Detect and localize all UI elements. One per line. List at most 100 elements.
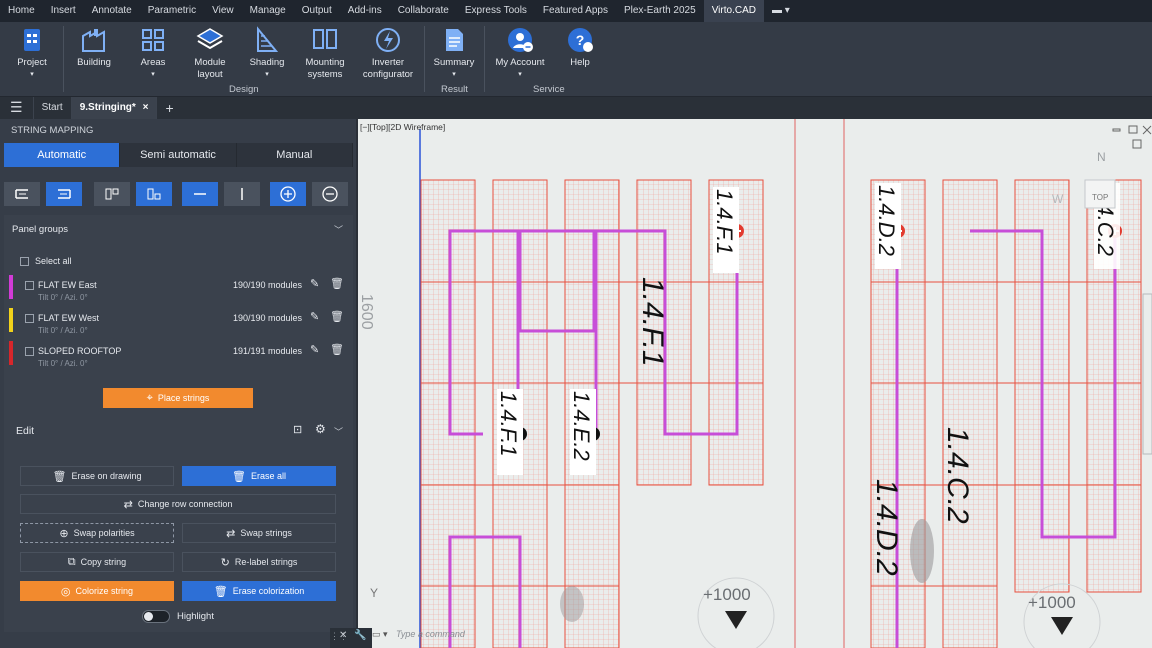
ribbon-tab-addins[interactable]: Add-ins (340, 0, 390, 22)
erase-colorization-button[interactable]: 🗑 Erase colorization (182, 581, 336, 601)
mounting-systems-button[interactable]: Mounting systems (302, 26, 348, 81)
ribbon-tab-plex-earth[interactable]: Plex-Earth 2025 (616, 0, 704, 22)
ribbon-tab-express-tools[interactable]: Express Tools (457, 0, 535, 22)
inverter-configurator-label: Inverter configurator (362, 57, 414, 80)
group-name: FLAT EW West (38, 313, 100, 323)
trash-icon[interactable]: 🗑 (330, 310, 344, 323)
ribbon-tab-home[interactable]: Home (0, 0, 43, 22)
group-name: SLOPED ROOFTOP (38, 346, 122, 356)
help-button[interactable]: ? Help (563, 26, 597, 69)
tab-start[interactable]: Start (34, 97, 72, 119)
group-checkbox[interactable] (25, 347, 34, 356)
application-menu-icon[interactable]: ☰ (0, 97, 34, 119)
edit-icon[interactable]: ✎ (310, 277, 319, 290)
add-button[interactable] (270, 182, 306, 206)
drawing-viewport[interactable]: 1.4.F.1 1.4.F.1 1.4.F.1 1.4.E.2 1.4.D.2 … (358, 119, 1152, 648)
mode-manual-tab[interactable]: Manual (237, 143, 353, 167)
mode-semi-automatic-tab[interactable]: Semi automatic (120, 143, 237, 167)
ribbon-tab-insert[interactable]: Insert (43, 0, 84, 22)
string-label: 1.4.C.2 (941, 427, 974, 524)
ribbon-tab-parametric[interactable]: Parametric (140, 0, 204, 22)
edit-icon[interactable]: ✎ (310, 343, 319, 356)
horizontal-orientation-button[interactable] (182, 182, 218, 206)
module-layout-label: Module layout (194, 57, 226, 80)
close-icon[interactable]: ✕ (339, 630, 347, 641)
group-count: 191/191 modules (233, 346, 303, 356)
remove-button[interactable] (312, 182, 348, 206)
close-tab-icon[interactable]: × (143, 102, 149, 113)
inverter-configurator-icon (376, 28, 400, 52)
erase-on-drawing-button[interactable]: 🗑 Erase on drawing (20, 466, 174, 486)
pin-icon: ⌖ (146, 391, 153, 404)
erase-on-drawing-label: Erase on drawing (71, 471, 142, 481)
wrench-icon[interactable]: 🔧 (354, 630, 366, 641)
gear-icon[interactable]: ⚙ (315, 422, 326, 436)
string-mapping-panel: STRING MAPPING Automatic Semi automatic … (0, 119, 356, 648)
ribbon-tab-annotate[interactable]: Annotate (84, 0, 140, 22)
ribbon-tab-view[interactable]: View (204, 0, 242, 22)
command-placeholder: Type a command (396, 629, 465, 639)
string-label: 1.4.D.2 (874, 185, 899, 256)
mode-automatic-tab[interactable]: Automatic (4, 143, 121, 167)
swap-strings-button[interactable]: ⇄ Swap strings (182, 523, 336, 543)
edit-icon[interactable]: ✎ (310, 310, 319, 323)
group-checkbox[interactable] (25, 314, 34, 323)
copy-icon: ⧉ (67, 555, 76, 568)
building-button[interactable]: Building (74, 26, 114, 69)
ribbon-tab-manage[interactable]: Manage (242, 0, 294, 22)
place-strings-button[interactable]: ⌖ Place strings (103, 388, 253, 408)
string-label: 1.4.F.1 (496, 391, 521, 457)
drawing-canvas[interactable]: 1.4.F.1 1.4.F.1 1.4.F.1 1.4.E.2 1.4.D.2 … (358, 119, 1152, 648)
group-count: 190/190 modules (233, 313, 303, 323)
account-icon (508, 28, 533, 52)
copy-string-button[interactable]: ⧉ Copy string (20, 552, 174, 572)
project-label: Project (17, 57, 47, 68)
ribbon-tab-collaborate[interactable]: Collaborate (390, 0, 457, 22)
swap-arrows-icon: ⇄ (123, 498, 133, 511)
areas-button[interactable]: Areas ▾ (135, 26, 171, 81)
highlight-toggle[interactable] (142, 610, 170, 623)
module-layout-button[interactable]: Module layout (188, 26, 232, 81)
trash-icon[interactable]: 🗑 (330, 277, 344, 290)
select-all-checkbox[interactable] (20, 257, 29, 266)
camera-icon[interactable]: ⊡ (293, 423, 302, 436)
trash-icon[interactable]: 🗑 (330, 343, 344, 356)
ribbon-tab-featured-apps[interactable]: Featured Apps (535, 0, 616, 22)
new-tab-button[interactable]: + (157, 97, 181, 119)
ribbon-panel: Project ▾ Building Areas ▾ Module layout… (0, 22, 1152, 97)
colorize-string-button[interactable]: ◎ Colorize string (20, 581, 174, 601)
summary-button[interactable]: Summary ▾ (432, 26, 476, 81)
order-top-button[interactable] (94, 182, 130, 206)
erase-all-button[interactable]: 🗑 Erase all (182, 466, 336, 486)
y-axis-label: Y (370, 586, 378, 600)
ribbon-minimize-dropdown[interactable]: ▬ ▾ (764, 0, 798, 22)
chevron-down-icon[interactable]: ﹀ (334, 425, 343, 438)
chevron-down-icon[interactable]: ﹀ (334, 223, 343, 236)
command-line[interactable]: ▭ ▾ Type a command (372, 629, 572, 646)
relabel-strings-button[interactable]: ↻ Re-label strings (182, 552, 336, 572)
inverter-configurator-button[interactable]: Inverter configurator (360, 26, 416, 81)
svg-text:?: ? (576, 32, 585, 48)
vertical-orientation-button[interactable] (224, 182, 260, 206)
group-tilt: Tilt 0° / Azi. 0° (38, 293, 88, 302)
svg-text:+1000: +1000 (703, 585, 751, 604)
align-right-button[interactable] (46, 182, 82, 206)
shading-button[interactable]: Shading ▾ (247, 26, 287, 81)
my-account-button[interactable]: My Account ▾ (494, 26, 546, 81)
project-button[interactable]: Project ▾ (14, 26, 50, 81)
order-bottom-button[interactable] (136, 182, 172, 206)
viewport-controls-label[interactable]: [−][Top][2D Wireframe] (360, 122, 445, 132)
swap-polarities-button[interactable]: ⊕ Swap polarities (20, 523, 174, 543)
group-checkbox[interactable] (25, 281, 34, 290)
module-layout-icon (196, 28, 224, 50)
change-row-connection-button[interactable]: ⇄ Change row connection (20, 494, 336, 514)
tab-stringing[interactable]: 9.Stringing* × (71, 97, 158, 119)
order-bottom-icon (147, 188, 161, 200)
dimension-label: 1600 (358, 294, 375, 330)
summary-icon (446, 29, 463, 51)
string-label: 1.4.D.2 (870, 479, 903, 576)
ribbon-tab-output[interactable]: Output (294, 0, 340, 22)
align-left-button[interactable] (4, 182, 40, 206)
ribbon-tab-virtocad[interactable]: Virto.CAD (703, 0, 764, 22)
group-color-bar (9, 341, 13, 365)
